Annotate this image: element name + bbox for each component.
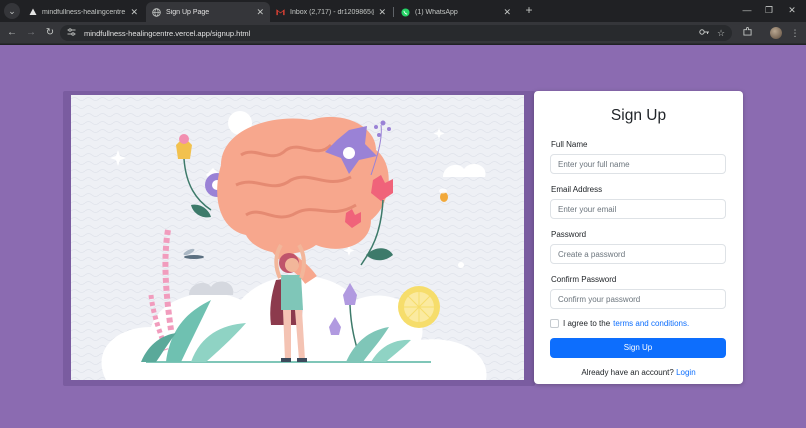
tab-mindfullness-project[interactable]: mindfullness-healingcentre - O ✕ — [22, 2, 144, 22]
signup-button[interactable]: Sign Up — [550, 338, 726, 358]
tab-separator — [393, 7, 394, 17]
gmail-icon — [276, 8, 285, 17]
close-icon[interactable]: ✕ — [256, 7, 264, 18]
bookmark-star-icon[interactable]: ☆ — [714, 26, 728, 40]
terms-row: I agree to the terms and conditions. — [550, 319, 689, 328]
confirm-password-input[interactable] — [550, 289, 726, 309]
terms-text: I agree to the — [563, 319, 611, 328]
confirm-password-label: Confirm Password — [551, 275, 617, 284]
tab-search-icon[interactable]: ⌄ — [4, 3, 20, 19]
globe-icon — [152, 7, 161, 17]
reload-icon[interactable]: ↻ — [43, 26, 57, 40]
whatsapp-icon — [401, 7, 410, 17]
site-info-icon[interactable] — [66, 28, 76, 38]
close-icon[interactable]: ✕ — [503, 7, 511, 18]
email-label: Email Address — [551, 185, 603, 194]
tab-whatsapp[interactable]: (1) WhatsApp ✕ — [395, 2, 517, 22]
address-bar[interactable]: mindfullness-healingcentre.vercel.app/si… — [60, 25, 732, 41]
close-icon[interactable]: ✕ — [378, 7, 386, 18]
address-url: mindfullness-healingcentre.vercel.app/si… — [84, 28, 251, 38]
more-menu-icon[interactable]: ⋮ — [788, 26, 802, 40]
back-arrow-icon[interactable]: ← — [5, 26, 19, 40]
browser-toolbar: ← → ↻ mindfullness-healingcentre.vercel.… — [0, 22, 806, 44]
terms-checkbox[interactable] — [550, 319, 559, 328]
browser-tab-strip: ⌄ mindfullness-healingcentre - O ✕ Sign … — [0, 0, 806, 22]
profile-avatar[interactable] — [770, 27, 782, 39]
login-prompt: Already have an account? — [581, 368, 674, 377]
tab-gmail-inbox[interactable]: Inbox (2,717) - dr1209865@gm ✕ — [270, 2, 392, 22]
email-input[interactable] — [550, 199, 726, 219]
login-row: Already have an account? Login — [534, 368, 743, 377]
login-link[interactable]: Login — [676, 368, 696, 377]
full-name-label: Full Name — [551, 140, 588, 149]
tab-sign-up-page[interactable]: Sign Up Page ✕ — [146, 2, 270, 22]
close-icon[interactable]: ✕ — [130, 7, 138, 18]
password-label: Password — [551, 230, 587, 239]
signup-card: Sign Up Full Name Email Address Password… — [534, 91, 743, 384]
full-name-input[interactable] — [550, 154, 726, 174]
form-title: Sign Up — [610, 107, 667, 124]
restore-icon[interactable]: ❐ — [759, 3, 779, 17]
terms-link[interactable]: terms and conditions. — [613, 319, 689, 328]
signup-page: Sign Up Full Name Email Address Password… — [0, 45, 806, 428]
mindfulness-illustration — [71, 95, 524, 380]
new-tab-plus-icon[interactable]: + — [522, 3, 536, 19]
window-close-icon[interactable]: ✕ — [782, 3, 802, 17]
extensions-puzzle-icon[interactable] — [740, 26, 754, 40]
minimize-icon[interactable]: — — [737, 3, 757, 17]
forward-arrow-icon[interactable]: → — [24, 26, 38, 40]
triangle-logo-icon — [28, 8, 37, 17]
password-input[interactable] — [550, 244, 726, 264]
password-key-icon[interactable] — [697, 26, 711, 40]
